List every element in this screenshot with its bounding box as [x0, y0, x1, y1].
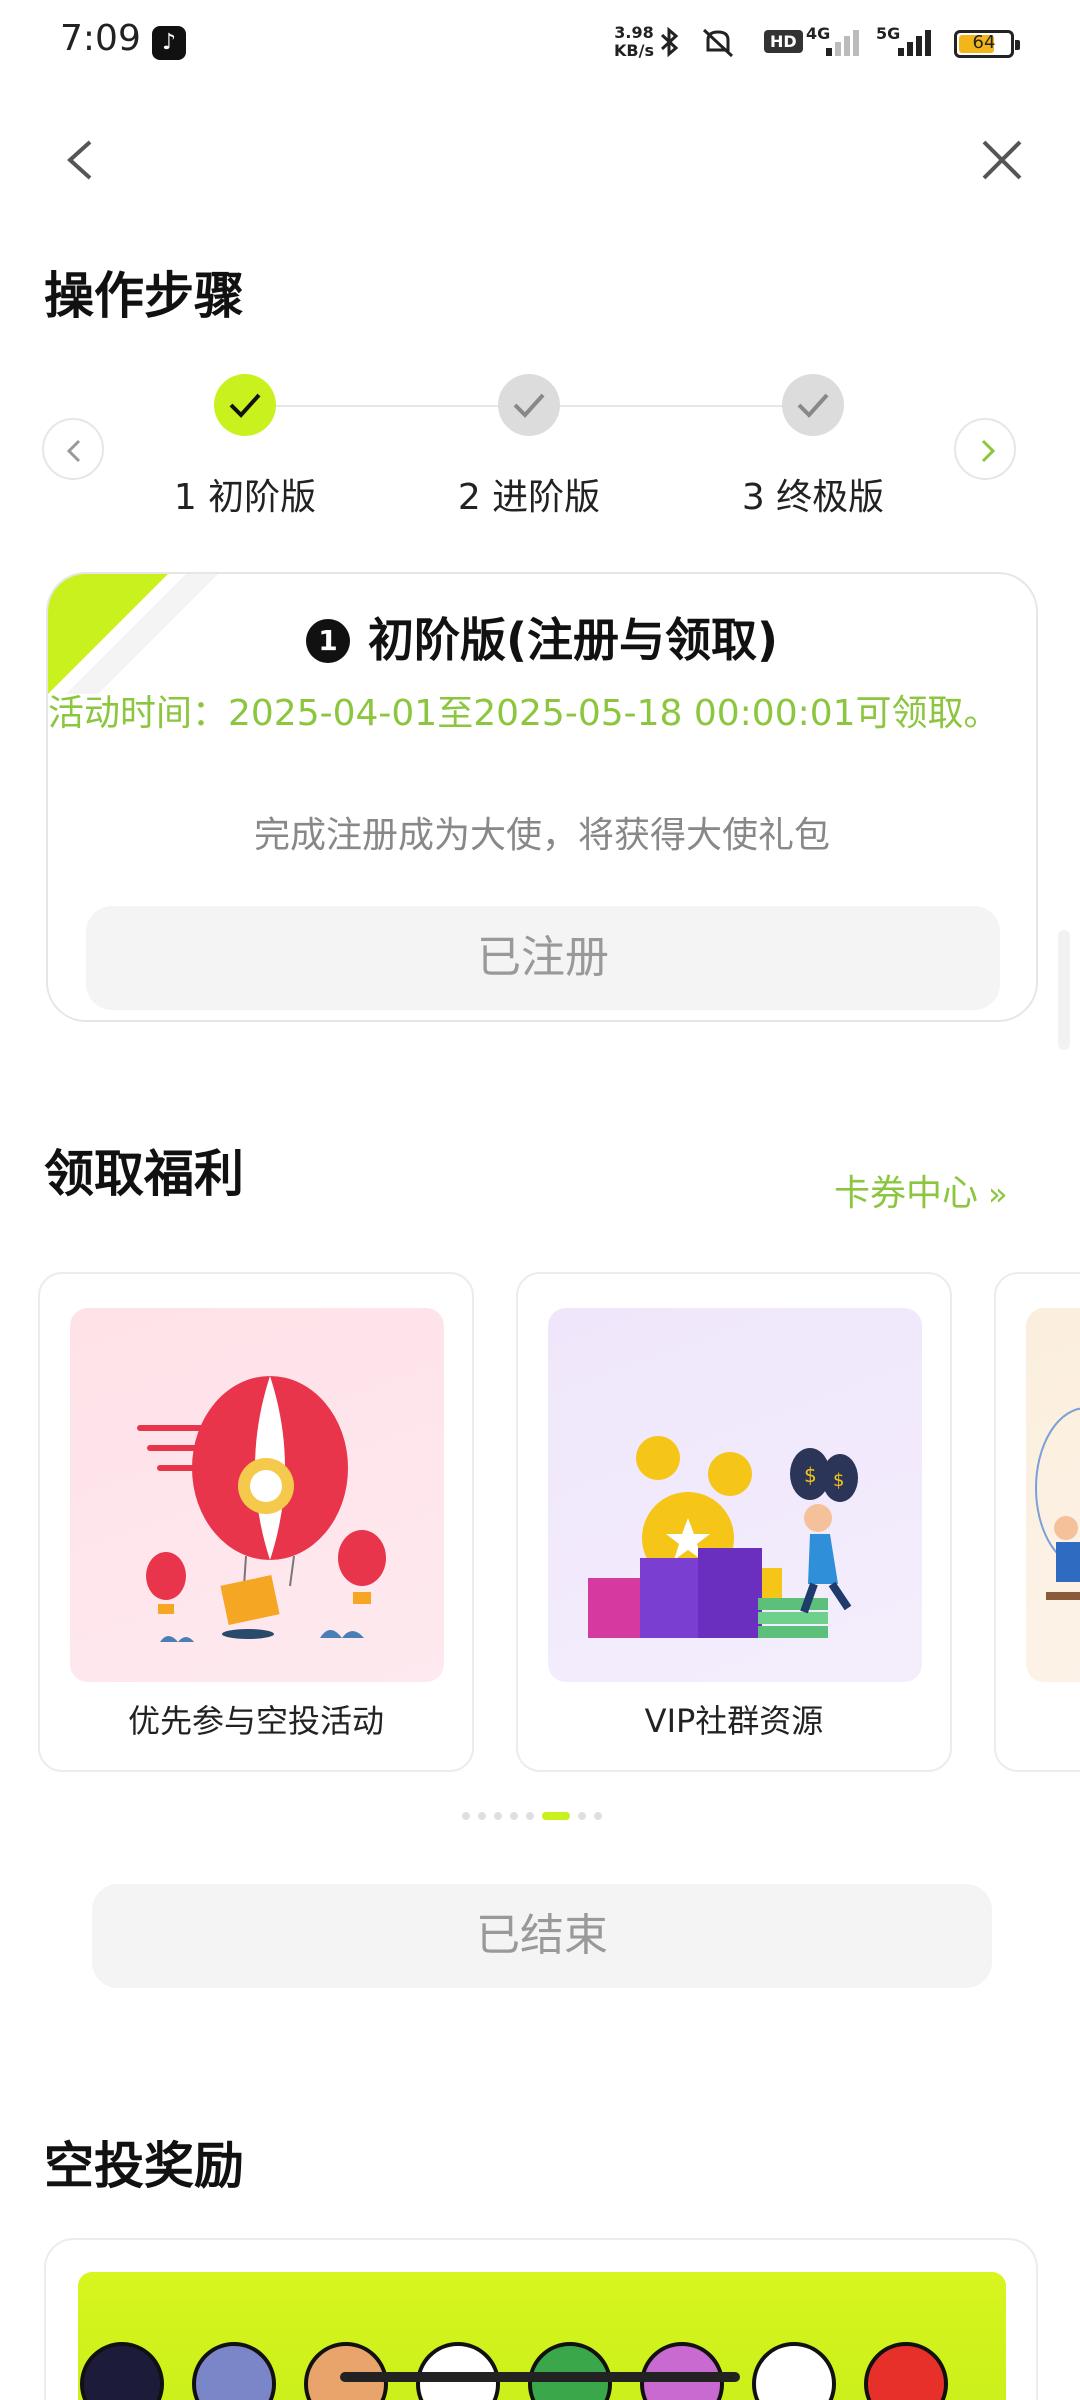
svg-text:$: $ [833, 1470, 844, 1491]
network-speed-unit: KB/s [614, 41, 654, 60]
scrollbar[interactable] [1058, 930, 1070, 1050]
pagination-dot[interactable] [462, 1812, 470, 1820]
carousel-pagination [462, 1812, 622, 1822]
benefit-illustration-partial [1026, 1308, 1080, 1682]
benefit-label: VIP社群资源 [644, 1702, 824, 1740]
nft-avatar[interactable] [416, 2342, 500, 2400]
battery-level: 64 [972, 32, 996, 53]
ended-button[interactable]: 已结束 [92, 1884, 992, 1988]
chevron-left-icon [67, 140, 92, 180]
activity-time: 活动时间：2025-04-01至2025-05-18 00:00:01可领取。 [48, 693, 1000, 734]
pagination-dot[interactable] [526, 1812, 534, 1820]
stage-card: 1 初阶版(注册与领取) 活动时间：2025-04-01至2025-05-18 0… [46, 572, 1038, 1022]
status-bar: 7:09 ♪ 3.98 KB/s HD 4G 5G 64 [0, 0, 1080, 92]
tiktok-icon: ♪ [152, 26, 186, 60]
pagination-dot[interactable] [510, 1812, 518, 1820]
stage-title-text: 初阶版(注册与领取) [367, 613, 779, 667]
status-time: 7:09 [60, 18, 141, 59]
pagination-dot-active[interactable] [542, 1812, 570, 1820]
check-icon [229, 393, 261, 418]
pagination-dot[interactable] [478, 1812, 486, 1820]
hd-icon: HD [764, 30, 803, 53]
nft-avatar[interactable] [640, 2342, 724, 2400]
signal-icon [898, 28, 938, 56]
home-indicator[interactable] [340, 2372, 740, 2382]
stage-number-badge: 1 [305, 619, 350, 663]
nft-avatar[interactable] [752, 2342, 836, 2400]
network-type-5g: 5G [876, 24, 901, 43]
step-3-label[interactable]: 3 终极版 [703, 468, 923, 520]
nft-avatar[interactable] [192, 2342, 276, 2400]
steps-prev-button[interactable] [42, 418, 104, 480]
bluetooth-icon [658, 26, 682, 65]
nft-avatar[interactable] [528, 2342, 612, 2400]
benefit-card-partial[interactable] [994, 1272, 1080, 1772]
benefit-card[interactable]: 优先参与空投活动 [38, 1272, 474, 1772]
pagination-dot[interactable] [494, 1812, 502, 1820]
close-icon [982, 140, 1022, 180]
steps-next-button[interactable] [954, 418, 1016, 480]
step-1-label[interactable]: 1 初阶版 [135, 468, 355, 520]
steps-progress: 1 初阶版 2 进阶版 3 终极版 [0, 360, 1080, 540]
nft-avatar[interactable] [864, 2342, 948, 2400]
benefits-section-title: 领取福利 [44, 1145, 244, 1203]
stage-description: 完成注册成为大使，将获得大使礼包 [253, 815, 830, 856]
signal-icon [826, 28, 866, 56]
nft-avatar[interactable] [80, 2342, 164, 2400]
double-chevron-right-icon: ›› [988, 1175, 1007, 1213]
coupon-center-link[interactable]: 卡券中心 ›› [834, 1164, 1007, 1216]
mute-icon [698, 26, 738, 65]
step-1-check[interactable] [214, 374, 276, 436]
nft-avatar[interactable] [304, 2342, 388, 2400]
chevron-left-icon [66, 439, 81, 463]
airdrop-section-title: 空投奖励 [44, 2137, 244, 2195]
battery-icon: 64 [954, 30, 1020, 58]
stage-title: 1 初阶版(注册与领取) [48, 604, 1036, 670]
hot-air-balloon-illustration [70, 1308, 444, 1682]
back-button[interactable] [56, 130, 106, 190]
chevron-right-icon [981, 439, 996, 463]
registered-button[interactable]: 已注册 [86, 906, 1000, 1010]
step-2-check[interactable] [498, 374, 560, 436]
network-speed: 3.98 KB/s [614, 24, 654, 60]
svg-text:$: $ [804, 1463, 817, 1487]
check-icon [513, 393, 545, 418]
steps-section-title: 操作步骤 [44, 267, 244, 325]
close-button[interactable] [974, 130, 1030, 190]
network-speed-value: 3.98 [614, 23, 654, 42]
check-icon [797, 393, 829, 418]
pagination-dot[interactable] [578, 1812, 586, 1820]
benefit-card[interactable]: $ $ VIP社群资源 [516, 1272, 952, 1772]
coupon-center-label: 卡券中心 [834, 1173, 979, 1214]
money-bags-podium-illustration: $ $ [548, 1308, 922, 1682]
step-2-label[interactable]: 2 进阶版 [419, 468, 639, 520]
benefit-label: 优先参与空投活动 [127, 1702, 384, 1740]
step-3-check[interactable] [782, 374, 844, 436]
pagination-dot[interactable] [594, 1812, 602, 1820]
